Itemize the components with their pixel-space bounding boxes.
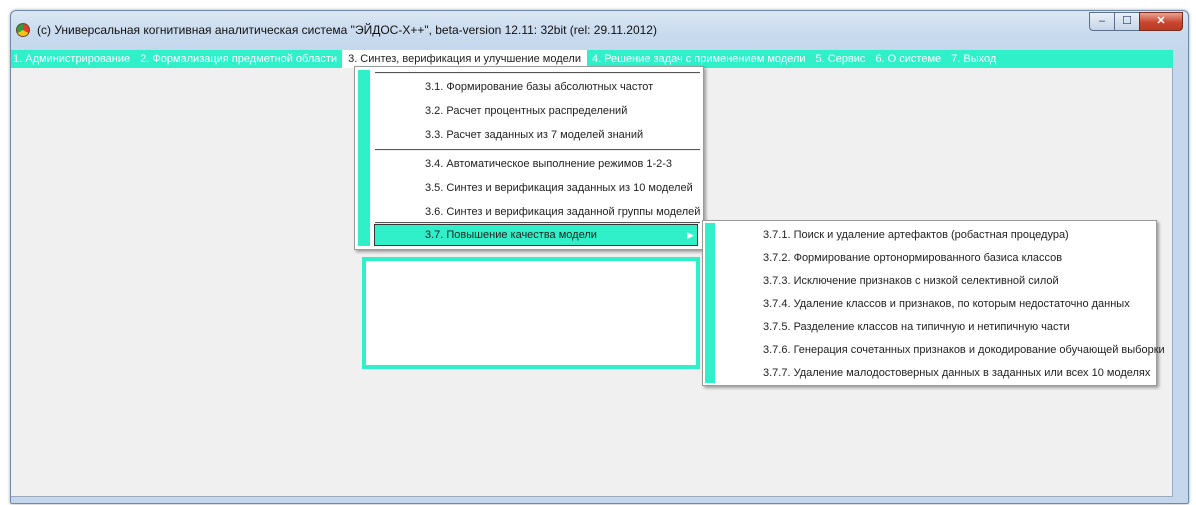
minimize-button[interactable]: – [1089, 12, 1115, 31]
menu-item-3-7-7[interactable]: 3.7.7. Удаление малодостоверных данных в… [763, 362, 1150, 384]
menu-item-3-6[interactable]: 3.6. Синтез и верификация заданной групп… [425, 201, 700, 223]
menu-exit[interactable]: 7. Выход [946, 50, 1001, 68]
menu-accent-stripe [705, 223, 715, 383]
menu-item-3-1[interactable]: 3.1. Формирование базы абсолютных частот [425, 76, 653, 98]
submenu-synthesis: 3.1. Формирование базы абсолютных частот… [354, 66, 704, 250]
menu-item-3-7-6[interactable]: 3.7.6. Генерация сочетанных признаков и … [763, 339, 1165, 361]
menu-item-3-5[interactable]: 3.5. Синтез и верификация заданных из 10… [425, 177, 693, 199]
menu-item-3-4[interactable]: 3.4. Автоматическое выполнение режимов 1… [425, 153, 672, 175]
menu-accent-stripe [358, 70, 370, 246]
menu-item-3-7-1[interactable]: 3.7.1. Поиск и удаление артефактов (роба… [763, 224, 1069, 246]
menu-item-3-7-3[interactable]: 3.7.3. Исключение признаков с низкой сел… [763, 270, 1059, 292]
menu-separator [375, 149, 700, 151]
close-button[interactable]: ✕ [1139, 12, 1183, 31]
menu-about[interactable]: 6. О системе [870, 50, 946, 68]
submenu-arrow-icon: ▶ [687, 230, 694, 240]
menu-service[interactable]: 5. Сервис [811, 50, 871, 68]
title-bar[interactable]: (с) Универсальная когнитивная аналитичес… [11, 11, 1188, 51]
maximize-button[interactable]: ☐ [1114, 12, 1140, 31]
app-logo-icon [16, 23, 30, 37]
menu-item-3-7-4[interactable]: 3.7.4. Удаление классов и признаков, по … [763, 293, 1130, 315]
menu-item-3-2[interactable]: 3.2. Расчет процентных распределений [425, 100, 627, 122]
blank-panel [362, 257, 700, 369]
menu-administration[interactable]: 1. Администрирование [11, 50, 135, 68]
window-controls: – ☐ ✕ [1089, 12, 1183, 31]
menu-item-3-7-2[interactable]: 3.7.2. Формирование ортонормированного б… [763, 247, 1062, 269]
menu-item-3-7-label: 3.7. Повышение качества модели [425, 229, 597, 241]
menu-item-3-7-5[interactable]: 3.7.5. Разделение классов на типичную и … [763, 316, 1070, 338]
menu-item-3-7[interactable]: 3.7. Повышение качества модели ▶ [374, 224, 698, 246]
menu-formalization[interactable]: 2. Формализация предметной области [135, 50, 342, 68]
submenu-quality: 3.7.1. Поиск и удаление артефактов (роба… [702, 220, 1165, 386]
window-title: (с) Универсальная когнитивная аналитичес… [37, 23, 657, 37]
menu-item-3-3[interactable]: 3.3. Расчет заданных из 7 моделей знаний [425, 124, 643, 146]
menu-separator [375, 72, 700, 74]
